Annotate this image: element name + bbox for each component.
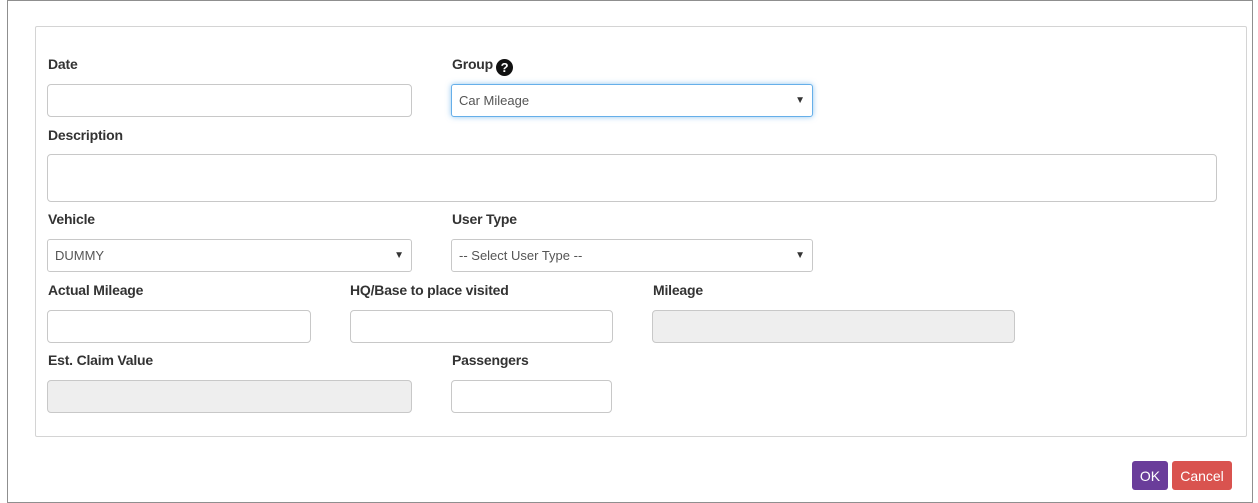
ok-button[interactable]: OK: [1132, 461, 1168, 490]
est-claim-value-label: Est. Claim Value: [48, 352, 153, 368]
chevron-down-icon: ▼: [795, 95, 805, 106]
description-input[interactable]: [47, 154, 1217, 202]
date-input[interactable]: [47, 84, 412, 117]
hq-base-label: HQ/Base to place visited: [350, 282, 509, 298]
user-type-label: User Type: [452, 211, 517, 227]
actual-mileage-label: Actual Mileage: [48, 282, 144, 298]
user-type-selected-value: -- Select User Type --: [459, 248, 583, 263]
chevron-down-icon: ▼: [394, 250, 404, 261]
group-label-text: Group: [452, 56, 493, 72]
question-circle-icon[interactable]: ?: [496, 59, 513, 76]
chevron-down-icon: ▼: [795, 250, 805, 261]
est-claim-value-input: [47, 380, 412, 413]
group-select[interactable]: Car Mileage ▼: [451, 84, 813, 117]
user-type-select[interactable]: -- Select User Type -- ▼: [451, 239, 813, 272]
mileage-label: Mileage: [653, 282, 703, 298]
vehicle-select[interactable]: DUMMY ▼: [47, 239, 412, 272]
vehicle-label: Vehicle: [48, 211, 95, 227]
actual-mileage-input[interactable]: [47, 310, 311, 343]
passengers-label: Passengers: [452, 352, 529, 368]
date-label: Date: [48, 56, 78, 72]
description-label: Description: [48, 127, 123, 143]
cancel-button[interactable]: Cancel: [1172, 461, 1232, 490]
group-selected-value: Car Mileage: [459, 93, 530, 108]
mileage-input: [652, 310, 1015, 343]
group-label: Group?: [452, 56, 513, 76]
hq-base-input[interactable]: [350, 310, 613, 343]
passengers-input[interactable]: [451, 380, 612, 413]
vehicle-selected-value: DUMMY: [55, 248, 105, 263]
